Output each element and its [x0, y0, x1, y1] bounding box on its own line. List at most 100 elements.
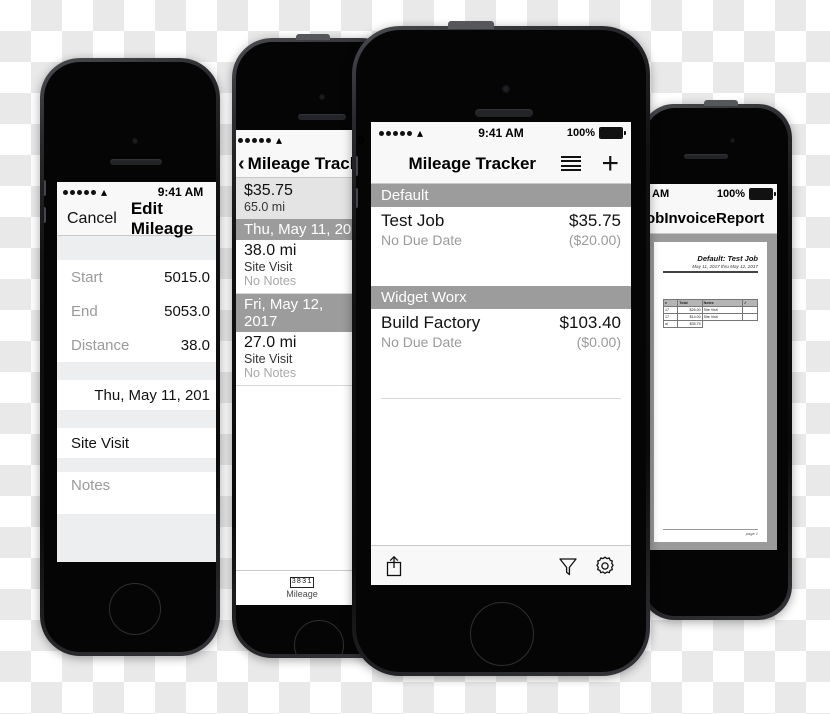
signal-dot — [386, 130, 391, 136]
report-page-footer: page 1 — [663, 529, 758, 536]
phone1-form-gap-3 — [57, 410, 216, 428]
phone3-battery-percent: 100% — [566, 127, 595, 139]
job-due-date: No Due Date — [381, 232, 462, 248]
report-cell-notes: Site Visit — [701, 312, 743, 321]
mileage-purpose-value[interactable]: Site Visit — [71, 435, 129, 452]
mileage-entry-row[interactable]: 38.0 mi Site Visit No Notes — [236, 240, 370, 293]
entry-miles: 38.0 mi — [244, 242, 297, 259]
phone-3-mileage-tracker-jobs: ▴ 9:41 AM 100% Mileage Tracker + Default… — [352, 21, 650, 676]
gear-icon[interactable] — [593, 554, 617, 578]
wifi-icon: ▴ — [101, 185, 108, 199]
phone2-home-button[interactable] — [294, 620, 344, 654]
phone-4-job-invoice-report: AM 100% obInvoiceReport Default: Test Jo… — [640, 100, 792, 620]
signal-dot — [393, 130, 398, 136]
phone2-front-camera — [319, 94, 325, 100]
phone3-job-list[interactable]: Default Test Job $35.75 No Due Date ($20… — [371, 184, 631, 545]
report-col-check: ✓ — [741, 298, 759, 307]
funnel-filter-icon[interactable] — [557, 555, 579, 577]
tab-mileage-label[interactable]: Mileage — [286, 589, 318, 599]
hamburger-list-icon[interactable] — [561, 155, 582, 172]
phone2-back-title[interactable]: Mileage Tracker — [248, 154, 360, 174]
phone3-signal-strength: ▴ — [379, 127, 423, 139]
job-row[interactable]: Test Job $35.75 No Due Date ($20.00) — [371, 207, 631, 254]
phone1-volume-down-button — [44, 207, 46, 223]
phone1-home-button[interactable] — [109, 583, 161, 635]
signal-dot — [70, 189, 75, 195]
mileage-end-label: End — [71, 302, 98, 320]
job-section-spacer — [371, 356, 631, 398]
phone4-page-title: obInvoiceReport — [646, 210, 765, 227]
report-cell-check — [741, 312, 759, 321]
phone2-tab-bar[interactable]: 3831 Mileage — [236, 570, 370, 605]
cancel-button[interactable]: Cancel — [67, 210, 117, 228]
back-chevron-icon[interactable]: ‹ — [238, 154, 245, 174]
phone1-volume-up-button — [44, 180, 46, 196]
mileage-distance-label: Distance — [71, 336, 130, 354]
job-row[interactable]: Build Factory $103.40 No Due Date ($0.00… — [371, 309, 631, 356]
share-up-icon[interactable] — [385, 555, 403, 577]
job-title: Test Job — [381, 211, 445, 230]
phone2-power-button — [296, 34, 330, 40]
plus-icon[interactable]: + — [601, 148, 619, 178]
report-table-row: 17 $26.00 Site Visit — [662, 305, 759, 314]
signal-dot — [238, 137, 243, 143]
phone3-screen: ▴ 9:41 AM 100% Mileage Tracker + Default… — [371, 122, 631, 585]
phone3-volume-down-button — [356, 188, 358, 208]
mileage-entry-selected[interactable]: $35.75 65.0 mi — [236, 178, 370, 219]
entry-date-header: Thu, May 11, 201 — [236, 219, 370, 240]
mileage-start-value[interactable]: 5015.0 — [164, 269, 210, 286]
report-cell-total: $14.00 — [677, 312, 703, 321]
phone3-nav-bar: Mileage Tracker + — [371, 144, 631, 184]
phone4-earpiece-speaker — [684, 154, 728, 159]
phone1-signal-strength: ▴ — [63, 186, 107, 198]
report-cell-total: $35.75 — [677, 319, 703, 328]
phone4-battery-icon — [749, 188, 776, 200]
mileage-notes-placeholder: Notes — [71, 476, 111, 494]
list-separator — [236, 385, 370, 386]
report-cell-total: $26.00 — [677, 305, 703, 314]
report-col-total: Total — [677, 298, 703, 307]
phone3-home-button[interactable] — [470, 602, 534, 666]
phone1-nav-bar: Cancel Edit Mileage — [57, 199, 216, 238]
mileage-distance-row: Distance 38.0 — [57, 328, 216, 362]
phone1-screen: ▴ 9:41 AM Cancel Edit Mileage Start 5015… — [57, 182, 216, 562]
phone4-report-canvas: Default: Test Job May 11, 2017 thru May … — [644, 234, 777, 550]
odometer-icon[interactable]: 3831 — [289, 577, 315, 588]
mileage-entry-row[interactable]: 27.0 mi Site Visit No Notes — [236, 332, 370, 385]
mileage-date-row[interactable]: Thu, May 11, 201 — [57, 380, 216, 410]
phone2-screen: ▴ 9 ‹ Mileage Tracker $35.75 65.0 mi Thu… — [236, 130, 370, 605]
report-table-header-row: e Total Notes ✓ — [662, 298, 759, 307]
phone3-bottom-toolbar[interactable] — [371, 545, 631, 585]
mileage-start-row[interactable]: Start 5015.0 — [57, 260, 216, 294]
report-table-row: 17 $14.00 Site Visit — [662, 312, 759, 321]
signal-dot — [63, 189, 68, 195]
mileage-end-value[interactable]: 5053.0 — [164, 303, 210, 320]
phone3-page-title: Mileage Tracker — [408, 153, 537, 173]
mileage-end-row[interactable]: End 5053.0 — [57, 294, 216, 328]
report-title-job: Test Job — [727, 254, 758, 263]
report-page: Default: Test Job May 11, 2017 thru May … — [654, 242, 767, 542]
signal-dot — [91, 189, 96, 195]
phone2-entry-list[interactable]: $35.75 65.0 mi Thu, May 11, 201 38.0 mi … — [236, 178, 370, 570]
mileage-distance-value: 38.0 — [180, 336, 210, 354]
mileage-date-value[interactable]: Thu, May 11, 201 — [94, 387, 210, 404]
job-amount: $103.40 — [559, 313, 621, 332]
report-cell-0: al — [662, 319, 679, 328]
signal-dot — [407, 130, 412, 136]
phone2-earpiece-speaker — [298, 114, 346, 120]
mileage-purpose-row[interactable]: Site Visit — [57, 428, 216, 458]
report-title: Default: Test Job — [663, 254, 758, 263]
signal-dot — [266, 137, 271, 143]
phone4-battery-percent: 100% — [716, 188, 745, 200]
phone2-nav-bar: ‹ Mileage Tracker — [236, 150, 370, 178]
phone1-form-bottom-gap — [57, 514, 216, 562]
phone3-battery-icon — [599, 127, 626, 139]
phone1-notes-body[interactable] — [57, 498, 216, 514]
entry-notes: No Notes — [244, 366, 297, 380]
mileage-start-label: Start — [71, 268, 103, 286]
list-separator — [381, 398, 621, 399]
report-col-0: e — [662, 298, 679, 307]
mileage-notes-field[interactable]: Notes — [57, 472, 216, 498]
phone3-volume-up-button — [356, 156, 358, 176]
job-balance: ($0.00) — [576, 334, 621, 350]
